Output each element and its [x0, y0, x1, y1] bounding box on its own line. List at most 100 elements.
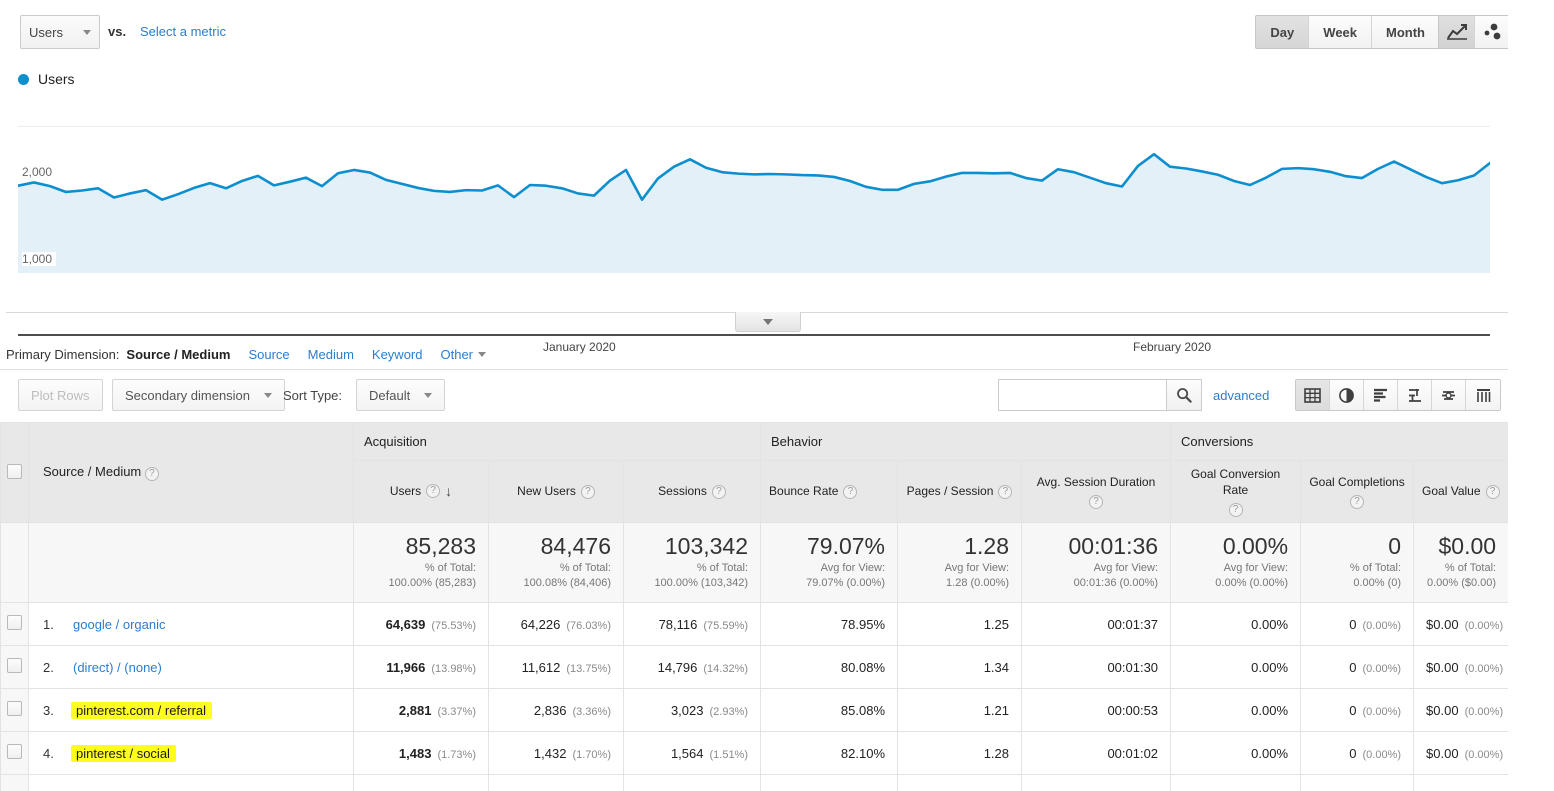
percentage-pie-view-icon[interactable] — [1330, 380, 1364, 410]
help-icon[interactable]: ? — [1089, 495, 1104, 510]
help-icon[interactable]: ? — [1350, 495, 1365, 510]
search-icon[interactable] — [1166, 379, 1202, 411]
table-row[interactable]: 4. pinterest / social 1,483 (1.73%) 1,432 (1.… — [0, 731, 1510, 775]
granularity-day-button[interactable]: Day — [1256, 16, 1310, 48]
cell-pages-session: 1.25 — [897, 602, 1023, 646]
totals-cell-6: 0.00% Avg for View: 0.00% (0.00%) — [1170, 522, 1302, 603]
primary-dimension-other[interactable]: Other — [440, 347, 486, 362]
totals-value: $0.00 — [1438, 533, 1497, 560]
cell-users: 1,483 (1.73%) — [353, 731, 489, 775]
dimension-link[interactable]: pinterest / social — [71, 744, 176, 762]
help-icon[interactable]: ? — [843, 484, 858, 499]
secondary-dimension-label: Secondary dimension — [125, 387, 251, 403]
totals-cell-7: 0% of Total: 0.00% (0) — [1300, 522, 1415, 603]
column-header-users[interactable]: Users ? ↓ — [353, 460, 489, 523]
help-icon[interactable]: ? — [1485, 484, 1500, 499]
help-icon[interactable]: ? — [426, 484, 441, 499]
primary-dimension-source-medium[interactable]: Source / Medium — [126, 347, 230, 377]
help-icon[interactable]: ? — [711, 484, 726, 499]
cell-empty — [1413, 774, 1510, 791]
cell-new-users: 11,612 (13.75%) — [488, 645, 624, 689]
collapse-chart-handle[interactable] — [735, 312, 801, 332]
secondary-dimension-button[interactable]: Secondary dimension — [112, 379, 286, 411]
granularity-month-button[interactable]: Month — [1372, 16, 1439, 48]
cell-empty — [488, 774, 624, 791]
column-header-pages-session-label: Pages / Session — [906, 484, 994, 499]
table-row[interactable] — [0, 774, 1510, 791]
cell-goal-conversion-rate: 0.00% — [1170, 602, 1302, 646]
cell-goal-value: $0.00 (0.00%) — [1413, 688, 1510, 732]
help-icon[interactable]: ? — [1228, 503, 1243, 518]
select-all-checkbox-cell — [0, 422, 29, 523]
column-header-goal-completions[interactable]: Goal Completions ? — [1300, 460, 1415, 523]
row-index: 2. — [43, 659, 54, 675]
totals-value: 79.07% — [807, 533, 886, 560]
primary-dimension-medium[interactable]: Medium — [308, 347, 354, 362]
column-header-sessions[interactable]: Sessions ? — [622, 460, 762, 523]
column-header-goal-value[interactable]: Goal Value ? — [1413, 460, 1510, 523]
pivot-view-icon[interactable] — [1466, 380, 1500, 410]
sort-descending-icon[interactable]: ↓ — [445, 482, 452, 501]
row-checkbox[interactable] — [7, 615, 22, 630]
column-header-goal-conversion-rate[interactable]: Goal Conversion Rate ? — [1170, 460, 1302, 523]
comparison-view-icon[interactable] — [1398, 380, 1432, 410]
performance-bar-view-icon[interactable] — [1364, 380, 1398, 410]
cell-empty — [28, 774, 354, 791]
term-cloud-view-icon[interactable] — [1432, 380, 1466, 410]
column-header-new-users[interactable]: New Users ? — [488, 460, 624, 523]
right-gutter — [1508, 0, 1554, 791]
table-row[interactable]: 1. google / organic 64,639 (75.53%) 64,226 (7… — [0, 602, 1510, 646]
column-header-bounce-rate[interactable]: Bounce Rate ? — [760, 460, 899, 523]
row-checkbox[interactable] — [7, 744, 22, 759]
table-view-toggle-group — [1295, 379, 1501, 411]
column-header-avg-session-duration[interactable]: Avg. Session Duration ? — [1021, 460, 1172, 523]
dimension-link[interactable]: (direct) / (none) — [73, 660, 162, 675]
column-header-goal-completions-label: Goal Completions — [1309, 474, 1405, 489]
primary-dimension-source[interactable]: Source — [248, 347, 289, 362]
row-checkbox-cell — [0, 688, 29, 732]
sort-type-select[interactable]: Default — [356, 379, 446, 411]
column-header-pages-session[interactable]: Pages / Session ? — [897, 460, 1023, 523]
row-checkbox[interactable] — [7, 658, 22, 673]
totals-value: 0.00% — [1222, 533, 1289, 560]
cell-avg-session-duration: 00:01:30 — [1021, 645, 1172, 689]
metric-select[interactable]: Users — [20, 15, 100, 49]
primary-dimension-keyword[interactable]: Keyword — [372, 347, 423, 362]
help-icon[interactable]: ? — [144, 467, 159, 481]
help-icon[interactable]: ? — [580, 484, 595, 499]
totals-value: 00:01:36 — [1068, 533, 1159, 560]
chart-plot-area[interactable] — [18, 97, 1490, 273]
column-header-sessions-label: Sessions — [658, 484, 707, 499]
source-medium-header[interactable]: Source / Medium ? — [28, 422, 354, 523]
search-input[interactable] — [998, 379, 1166, 411]
dimension-link[interactable]: google / organic — [73, 617, 166, 632]
totals-subtext: % of Total: 0.00% ($0.00) — [1426, 562, 1497, 590]
cell-empty — [760, 774, 899, 791]
table-view-icon[interactable] — [1296, 380, 1330, 410]
cell-empty — [1170, 774, 1302, 791]
totals-subtext: % of Total: 100.08% (84,406) — [523, 562, 611, 590]
report-table-wrap: Source / Medium ? Acquisition Behavior C… — [0, 422, 1554, 791]
totals-subtext: Avg for View: 79.07% (0.00%) — [806, 562, 886, 590]
help-icon[interactable]: ? — [998, 484, 1013, 499]
table-row[interactable]: 3. pinterest.com / referral 2,881 (3.37%) 2,… — [0, 688, 1510, 732]
conversions-group-header: Conversions — [1170, 422, 1510, 461]
column-header-users-label: Users — [389, 484, 422, 499]
granularity-week-button[interactable]: Week — [1309, 16, 1373, 48]
advanced-filter-link[interactable]: advanced — [1213, 388, 1269, 403]
line-chart-icon[interactable] — [1439, 16, 1475, 48]
row-checkbox-cell — [0, 731, 29, 775]
sort-type-label: Sort Type: — [283, 388, 343, 403]
plot-rows-button[interactable]: Plot Rows — [18, 379, 103, 411]
cell-empty — [1300, 774, 1415, 791]
motion-chart-icon[interactable] — [1475, 16, 1511, 48]
select-a-metric-link[interactable]: Select a metric — [140, 24, 226, 39]
dimension-link[interactable]: pinterest.com / referral — [70, 701, 213, 719]
select-all-checkbox[interactable] — [7, 463, 22, 479]
table-row[interactable]: 2. (direct) / (none) 11,966 (13.98%) 11,612(… — [0, 645, 1510, 689]
chart-type-toggle-group — [1438, 15, 1512, 49]
row-checkbox[interactable] — [7, 701, 22, 716]
totals-subtext: Avg for View: 0.00% (0.00%) — [1215, 562, 1289, 590]
row-index: 4. — [43, 745, 54, 761]
granularity-toggle-group: Day Week Month — [1255, 15, 1440, 49]
